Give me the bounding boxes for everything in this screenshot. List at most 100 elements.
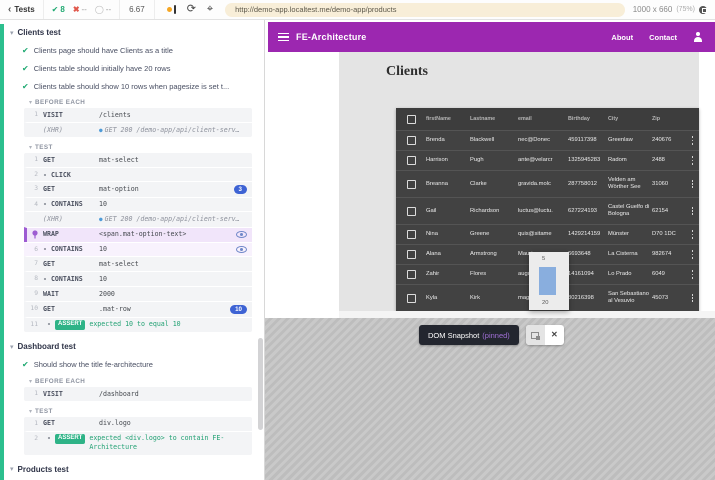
row-checkbox[interactable] — [407, 270, 416, 279]
user-icon[interactable] — [693, 32, 703, 42]
cell-city: Velden am Wörther See — [608, 177, 652, 190]
test-title: Clients page should have Clients as a ti… — [34, 46, 173, 56]
unpin-snapshot-button[interactable]: ✕ — [545, 325, 564, 345]
test-title-row[interactable]: ✔ Clients page should have Clients as a t… — [6, 42, 254, 60]
cell-city: San Sebastiano al Vesuvio — [608, 291, 652, 304]
command-method: VISIT — [43, 390, 99, 398]
suite-header[interactable]: ▾Clients test — [6, 22, 254, 42]
command-row[interactable]: 7GETmat-select — [24, 256, 252, 271]
suite-header[interactable]: ▾Dashboard test — [6, 336, 254, 356]
pagesize-option-10[interactable]: 10 — [529, 266, 569, 296]
command-row[interactable]: 9WAIT2000 — [24, 286, 252, 301]
auto-scroll-toggle-icon[interactable] — [167, 5, 176, 14]
pagesize-option-5[interactable]: 5 — [529, 252, 569, 266]
kebab-menu-icon[interactable] — [692, 136, 694, 144]
kebab-menu-icon[interactable] — [692, 230, 694, 238]
test-title-row[interactable]: ✔Clients table should initially have 20 … — [6, 60, 254, 78]
command-number: 9 — [27, 290, 43, 298]
command-row[interactable]: 2-ASSERTexpected <div.logo> to contain F… — [24, 431, 252, 455]
menu-icon[interactable] — [278, 33, 289, 42]
command-row[interactable]: WRAP<span.mat-option-text> — [24, 227, 252, 242]
passed-stat[interactable]: ✔ 8 — [52, 5, 65, 14]
kebab-menu-icon[interactable] — [692, 180, 694, 188]
viewport-menu-icon[interactable] — [699, 6, 707, 14]
failed-stat[interactable]: ✖ -- — [73, 5, 87, 14]
command-row[interactable]: 10GET.mat-row10 — [24, 301, 252, 316]
row-checkbox[interactable] — [407, 136, 416, 145]
table-row[interactable]: BreannaClarkegravida.molc287758012Velden… — [396, 170, 699, 197]
command-row[interactable]: 3GETmat-option3 — [24, 181, 252, 196]
scrollbar-thumb[interactable] — [258, 338, 263, 430]
table-row[interactable]: HarrisonPughante@velarcr1325945283Radom2… — [396, 150, 699, 170]
command-dash: - — [43, 320, 55, 328]
table-row[interactable]: BrendaBlackwellnec@Donec459117398Greenla… — [396, 130, 699, 150]
block-label[interactable]: ▾BEFORE EACH — [24, 375, 252, 387]
eye-icon[interactable] — [236, 246, 247, 253]
command-row[interactable]: 8- CONTAINS10 — [24, 271, 252, 286]
pagesize-option-20[interactable]: 20 — [529, 296, 569, 310]
nav-link-about[interactable]: About — [611, 33, 633, 42]
command-number: 7 — [27, 260, 43, 268]
kebab-menu-icon[interactable] — [692, 294, 694, 302]
command-row[interactable]: 2- CLICK — [24, 167, 252, 181]
kebab-menu-icon[interactable] — [692, 156, 694, 164]
block-label[interactable]: ▾TEST — [24, 405, 252, 417]
test-title-row[interactable]: ✔Should show the title fe-architecture — [6, 356, 254, 374]
command-number: 1 — [27, 156, 43, 164]
row-checkbox[interactable] — [407, 294, 416, 303]
command-method: WAIT — [43, 290, 99, 298]
pagesize-option-label: 5 — [542, 256, 545, 262]
command-row[interactable]: (XHR)●GET 200 /demo-app/api/client-serv… — [24, 211, 252, 226]
command-row[interactable]: 1GETdiv.logo — [24, 417, 252, 431]
assert-badge: ASSERT — [55, 320, 85, 330]
check-icon: ✔ — [22, 46, 29, 56]
eye-icon[interactable] — [236, 231, 247, 238]
command-row[interactable]: 11-ASSERTexpected 10 to equal 10 — [24, 317, 252, 333]
row-checkbox[interactable] — [407, 250, 416, 259]
table-row[interactable]: NinaGreenequis@sitame1429214159MünsterD7… — [396, 224, 699, 244]
command-number: 10 — [27, 305, 43, 313]
block-label[interactable]: ▾TEST — [24, 141, 252, 153]
test-title-row[interactable]: ✔Clients table should show 10 rows when … — [6, 78, 254, 96]
row-checkbox[interactable] — [407, 156, 416, 165]
pending-stat[interactable]: ◯ -- — [95, 5, 111, 14]
row-menu-cell — [686, 180, 699, 188]
toggle-highlights-button[interactable] — [526, 325, 545, 345]
command-row[interactable]: 6- CONTAINS10 — [24, 242, 252, 257]
command-row[interactable]: (XHR)●GET 200 /demo-app/api/client-serv… — [24, 122, 252, 137]
row-checkbox-cell — [396, 250, 426, 259]
row-checkbox[interactable] — [407, 180, 416, 189]
snapshot-label: DOM Snapshot — [428, 331, 479, 340]
command-row[interactable]: 4- CONTAINS10 — [24, 197, 252, 212]
nav-link-contact[interactable]: Contact — [649, 33, 677, 42]
command-row[interactable]: 1VISIT/dashboard — [24, 387, 252, 401]
kebab-menu-icon[interactable] — [692, 250, 694, 258]
cell-email: gravida.molc — [518, 181, 568, 188]
row-checkbox[interactable] — [407, 230, 416, 239]
command-row[interactable]: 1GETmat-select — [24, 153, 252, 167]
row-checkbox[interactable] — [407, 207, 416, 216]
back-to-tests-button[interactable]: ‹ Tests — [0, 0, 44, 19]
chevron-down-icon: ▾ — [10, 29, 14, 37]
reload-icon[interactable]: ⟳ — [187, 4, 196, 15]
kebab-menu-icon[interactable] — [692, 207, 694, 215]
block-label[interactable]: ▾BEFORE EACH — [24, 96, 252, 108]
command-method: VISIT — [43, 111, 99, 119]
suite-header[interactable]: ▾Products test — [6, 459, 254, 479]
block-label-text: TEST — [35, 144, 53, 151]
test-command-blocks: ▾TEST1GETdiv.logo2-ASSERTexpected <div.l… — [24, 405, 252, 455]
command-rows: 1VISIT/dashboard — [24, 387, 252, 401]
command-method: GET — [43, 185, 99, 193]
cell-lastname: Kirk — [470, 295, 518, 302]
cell-birthday: 6693648 — [568, 251, 608, 258]
column-header: email — [518, 116, 568, 122]
selector-playground-icon[interactable]: ⌖ — [207, 4, 213, 15]
command-row[interactable]: 1VISIT/clients — [24, 108, 252, 122]
request-dot-icon: ● — [99, 216, 103, 223]
cell-lastname: Pugh — [470, 157, 518, 164]
select-all-checkbox[interactable] — [407, 115, 416, 124]
url-bar[interactable]: http://demo-app.localtest.me/demo-app/pr… — [225, 3, 625, 17]
column-header: firstName — [426, 116, 470, 122]
table-row[interactable]: GailRichardsonluctus@luctu.627224193Cast… — [396, 197, 699, 224]
kebab-menu-icon[interactable] — [692, 270, 694, 278]
